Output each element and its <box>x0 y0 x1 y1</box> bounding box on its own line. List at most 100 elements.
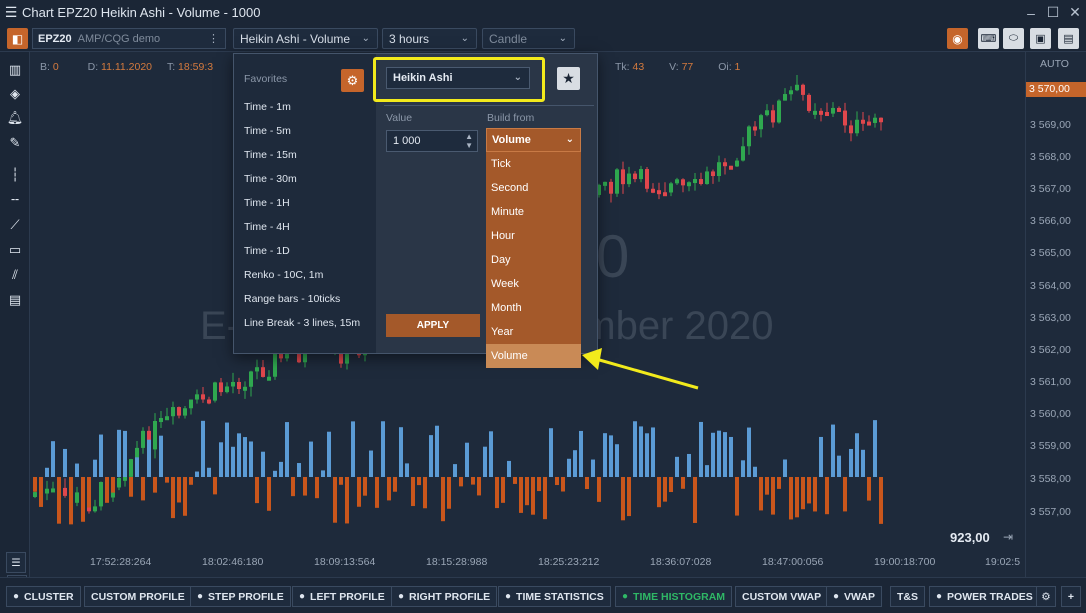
volume-bar-down <box>393 477 397 492</box>
menu-icon[interactable]: ☰ <box>0 4 22 21</box>
favorite-item[interactable]: Time - 1m <box>244 101 291 113</box>
build-from-option[interactable]: Second <box>486 176 581 200</box>
candle-body <box>603 181 607 186</box>
chart-type-label: Heikin Ashi - Volume <box>240 31 351 46</box>
build-from-option[interactable]: Hour <box>486 224 581 248</box>
ts-button[interactable]: T&S <box>890 586 925 607</box>
candle-body <box>741 146 745 161</box>
info-tk-value: 43 <box>632 61 645 73</box>
gear-icon[interactable]: ⚙ <box>1036 586 1056 607</box>
maximize-icon[interactable]: ☐ <box>1042 4 1064 21</box>
trend-line-icon[interactable]: ⟋ <box>5 215 25 235</box>
vertical-line-icon[interactable]: ┆ <box>5 165 25 185</box>
build-from-option[interactable]: Week <box>486 272 581 296</box>
favorite-item[interactable]: Time - 15m <box>244 149 297 161</box>
more-icon[interactable]: ⋮ <box>208 32 219 45</box>
bar-type-select[interactable]: Heikin Ashi ⌄ <box>386 67 530 89</box>
price-label: 3 559,00 <box>1030 440 1071 452</box>
volume-bar-up <box>741 460 745 477</box>
list-icon[interactable]: ☰ <box>6 552 26 573</box>
build-from-option[interactable]: Year <box>486 320 581 344</box>
auto-scale-label[interactable]: AUTO <box>1040 58 1069 70</box>
info-b-value: 0 <box>52 61 59 73</box>
favorite-item[interactable]: Line Break - 3 lines, 15m <box>244 317 360 329</box>
star-icon[interactable]: ★ <box>557 67 580 90</box>
bell-icon[interactable]: 🔔︎ <box>5 108 25 128</box>
time-histogram-label: TIME HISTOGRAM <box>633 590 726 603</box>
scroll-right-icon[interactable]: ⇥ <box>1003 530 1013 544</box>
favorite-item[interactable]: Time - 1D <box>244 245 290 257</box>
cluster-button[interactable]: ● CLUSTER <box>6 586 81 607</box>
step-profile-button[interactable]: ● STEP PROFILE <box>190 586 291 607</box>
favorite-item[interactable]: Time - 1H <box>244 197 290 209</box>
candle-body <box>123 476 127 481</box>
indicator-icon[interactable]: ◉ <box>947 28 968 49</box>
fib-icon[interactable]: ⫽ <box>5 265 25 285</box>
style-dropdown[interactable]: Candle ⌄ <box>482 28 575 49</box>
favorite-item[interactable]: Time - 5m <box>244 125 291 137</box>
volume-bar-down <box>813 477 817 512</box>
build-from-label: Build from <box>487 112 535 124</box>
build-from-option[interactable]: Tick <box>486 152 581 176</box>
build-from-option-selected[interactable]: Volume <box>486 344 581 368</box>
horizontal-line-icon[interactable]: ╌ <box>5 190 25 210</box>
right-profile-button[interactable]: ● RIGHT PROFILE <box>391 586 498 607</box>
time-statistics-button[interactable]: ● TIME STATISTICS <box>498 586 611 607</box>
custom-vwap-button[interactable]: CUSTOM VWAP <box>735 586 829 607</box>
close-icon[interactable]: ✕ <box>1064 4 1086 21</box>
stepper-icon[interactable]: ▲ ▼ <box>465 132 473 150</box>
candle-body <box>663 192 667 197</box>
dom-icon[interactable]: ▤ <box>1058 28 1079 49</box>
pencil-icon[interactable]: ✎ <box>5 133 25 153</box>
chart-type-dropdown[interactable]: Heikin Ashi - Volume ⌄ <box>233 28 378 49</box>
panel-toggle-icon[interactable]: ◧ <box>7 28 28 49</box>
price-label: 3 557,00 <box>1030 506 1071 518</box>
volume-bar-up <box>381 421 385 477</box>
build-from-option[interactable]: Minute <box>486 200 581 224</box>
minimize-icon[interactable]: – <box>1020 5 1042 21</box>
symbol-selector[interactable]: EPZ20 AMP/CQG demo ⋮ <box>32 28 226 49</box>
time-label: 18:25:23:212 <box>538 556 600 568</box>
vwap-button[interactable]: ● VWAP <box>826 586 882 607</box>
favorite-item[interactable]: Time - 30m <box>244 173 297 185</box>
template-icon[interactable]: ▤ <box>5 290 25 310</box>
volume-bar-down <box>627 477 631 517</box>
volume-bar-up <box>831 424 835 477</box>
candle-body <box>165 416 169 421</box>
volume-bar-down <box>291 477 295 497</box>
gear-icon[interactable]: ⚙ <box>341 69 364 92</box>
price-axis[interactable]: AUTO 3 570,00 3 569,00 3 568,00 3 567,00… <box>1025 52 1086 577</box>
build-from-select[interactable]: Volume ⌄ <box>486 128 581 152</box>
build-from-option[interactable]: Month <box>486 296 581 320</box>
candle-body <box>879 117 883 123</box>
value-label: Value <box>386 112 413 124</box>
period-dropdown[interactable]: 3 hours ⌄ <box>382 28 477 49</box>
build-from-option[interactable]: Day <box>486 248 581 272</box>
power-trades-button[interactable]: ● POWER TRADES <box>929 586 1040 607</box>
candle-body <box>789 90 793 95</box>
layers-icon[interactable]: ◈ <box>5 84 25 104</box>
candle-body <box>639 169 643 180</box>
chart-icon[interactable]: ▥ <box>5 60 25 80</box>
volume-bar-down <box>843 477 847 512</box>
favorite-item[interactable]: Range bars - 10ticks <box>244 293 340 305</box>
build-from-dropdown[interactable]: Volume ⌄ Tick Second Minute Hour Day Wee… <box>486 128 581 368</box>
favorite-item[interactable]: Renko - 10C, 1m <box>244 269 323 281</box>
time-histogram-button[interactable]: ● TIME HISTOGRAM <box>615 586 733 607</box>
candle-body <box>705 171 709 185</box>
apply-button[interactable]: APPLY <box>386 314 480 337</box>
keyboard-icon[interactable]: ⌨ <box>978 28 999 49</box>
candle-body <box>141 430 145 448</box>
volume-bar-down <box>471 477 475 485</box>
volume-bar-down <box>759 477 763 511</box>
custom-profile-button[interactable]: CUSTOM PROFILE <box>84 586 192 607</box>
rectangle-icon[interactable]: ▭ <box>5 240 25 260</box>
trade-panel-icon[interactable]: ▣ <box>1030 28 1051 49</box>
mouse-icon[interactable]: ⬭ <box>1003 28 1024 49</box>
left-profile-button[interactable]: ● LEFT PROFILE <box>292 586 392 607</box>
candle-body <box>657 190 661 195</box>
value-input[interactable]: 1 000 ▲ ▼ <box>386 130 478 152</box>
price-label: 3 568,00 <box>1030 151 1071 163</box>
favorite-item[interactable]: Time - 4H <box>244 221 290 233</box>
plus-icon[interactable]: + <box>1061 586 1081 607</box>
